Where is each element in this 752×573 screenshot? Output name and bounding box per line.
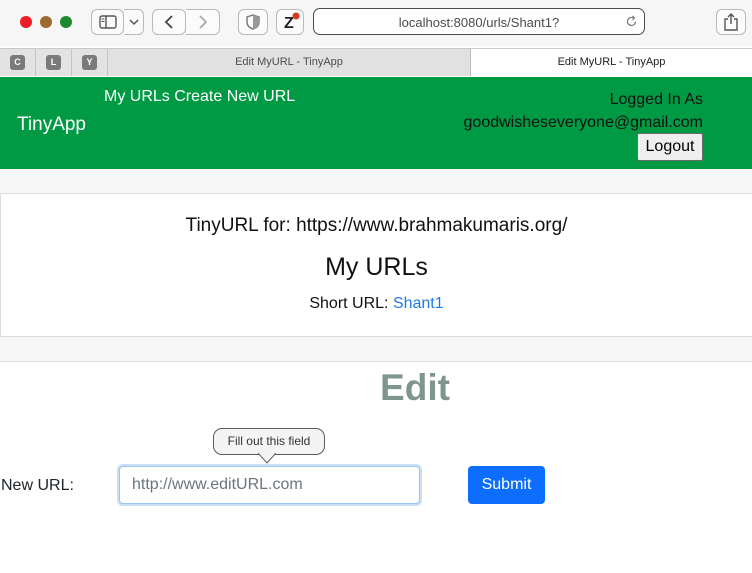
nav-links: My URLs Create New URL bbox=[104, 88, 295, 106]
shield-icon bbox=[246, 14, 260, 30]
new-url-label: New URL: bbox=[1, 477, 74, 494]
address-url: localhost:8080/urls/Shant1? bbox=[398, 15, 560, 30]
privacy-shield-button[interactable] bbox=[238, 9, 268, 35]
zoom-window-button[interactable] bbox=[60, 16, 72, 28]
pinned-tab-c[interactable]: C bbox=[0, 49, 36, 76]
nav-link-my-urls[interactable]: My URLs bbox=[104, 88, 170, 105]
pinned-tab-c-favicon: C bbox=[10, 55, 25, 70]
logged-in-label: Logged In As bbox=[609, 91, 703, 108]
chevron-left-icon bbox=[164, 15, 174, 29]
short-url-label: Short URL: bbox=[309, 295, 389, 312]
sidebar-icon bbox=[98, 15, 117, 29]
nav-link-create-new-url[interactable]: Create New URL bbox=[174, 88, 295, 105]
svg-text:Z: Z bbox=[284, 15, 294, 32]
close-window-button[interactable] bbox=[20, 16, 32, 28]
tinyurl-prefix: TinyURL for: bbox=[185, 215, 291, 236]
share-button[interactable] bbox=[716, 9, 746, 35]
pinned-tab-l-favicon: L bbox=[46, 55, 61, 70]
url-card: TinyURL for: https://www.brahmakumaris.o… bbox=[0, 194, 752, 337]
address-bar[interactable]: localhost:8080/urls/Shant1? bbox=[313, 8, 645, 35]
browser-toolbar: Z localhost:8080/urls/Shant1? bbox=[0, 0, 752, 46]
minimize-window-button[interactable] bbox=[40, 16, 52, 28]
tab-bar: C L Y Edit MyURL - TinyApp Edit MyURL - … bbox=[0, 48, 752, 77]
submit-button[interactable]: Submit bbox=[468, 466, 545, 504]
pinned-tab-y[interactable]: Y bbox=[72, 49, 108, 76]
zotero-extension-button[interactable]: Z bbox=[276, 9, 304, 35]
share-icon bbox=[724, 13, 738, 31]
section-spacer-2 bbox=[0, 337, 752, 362]
zotero-icon: Z bbox=[280, 12, 300, 32]
validation-tooltip: Fill out this field bbox=[213, 428, 325, 455]
sidebar-toggle-button[interactable] bbox=[91, 9, 124, 35]
edit-title: Edit bbox=[380, 367, 450, 408]
login-status: Logged In As goodwisheseveryone@gmail.co… bbox=[464, 88, 703, 134]
short-url-line: Short URL: Shant1 bbox=[1, 295, 752, 313]
user-email: goodwisheseveryone@gmail.com bbox=[463, 114, 703, 131]
back-button[interactable] bbox=[152, 9, 186, 35]
long-url: https://www.brahmakumaris.org/ bbox=[296, 215, 568, 236]
new-url-input[interactable] bbox=[119, 466, 420, 504]
reload-icon[interactable] bbox=[625, 15, 638, 33]
chevron-right-icon bbox=[198, 15, 208, 29]
section-spacer bbox=[0, 169, 752, 194]
tab-edit-myurl-active[interactable]: Edit MyURL - TinyApp bbox=[471, 49, 752, 77]
logout-button[interactable]: Logout bbox=[637, 133, 703, 161]
chevron-down-icon bbox=[128, 18, 139, 26]
pinned-tab-y-favicon: Y bbox=[82, 55, 97, 70]
sidebar-menu-button[interactable] bbox=[124, 9, 144, 35]
validation-tooltip-arrow bbox=[258, 453, 276, 464]
short-url-link[interactable]: Shant1 bbox=[393, 295, 444, 312]
navbar-brand[interactable]: TinyApp bbox=[17, 114, 86, 136]
forward-button[interactable] bbox=[186, 9, 220, 35]
pinned-tab-l[interactable]: L bbox=[36, 49, 72, 76]
my-urls-heading: My URLs bbox=[325, 253, 428, 281]
tab-edit-myurl-inactive[interactable]: Edit MyURL - TinyApp bbox=[108, 49, 471, 76]
tinyurl-heading: TinyURL for: https://www.brahmakumaris.o… bbox=[1, 215, 752, 237]
